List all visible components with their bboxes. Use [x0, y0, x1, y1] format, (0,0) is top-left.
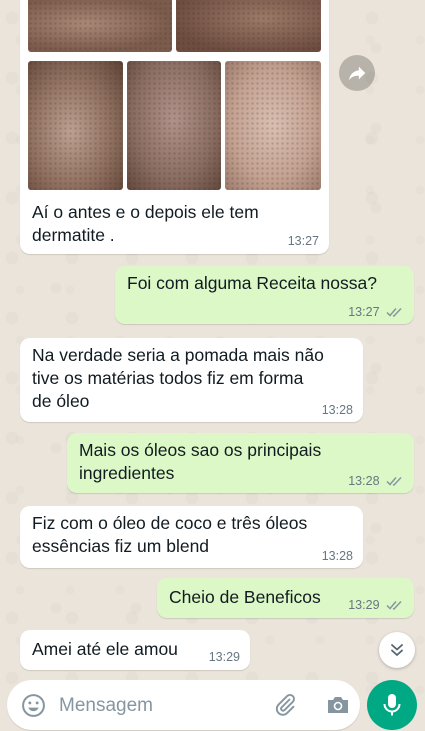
message-time: 13:27: [348, 305, 380, 319]
message-text: Foi com alguma Receita nossa?: [127, 273, 377, 293]
message-time: 13:29: [348, 598, 380, 612]
outgoing-message[interactable]: Cheio de Beneficos 13:29: [157, 578, 414, 618]
message-text: Cheio de Beneficos: [169, 587, 321, 607]
double-chevron-down-icon: [391, 644, 403, 656]
incoming-image-message[interactable]: Aí o antes e o depois ele tem dermatite …: [20, 0, 329, 254]
emoji-icon[interactable]: [21, 693, 46, 718]
photo-thumbnail-5[interactable]: [225, 61, 321, 190]
incoming-message[interactable]: Amei até ele amou 13:29: [20, 630, 250, 670]
photo-thumbnail-4[interactable]: [127, 61, 221, 190]
photo-thumbnail-3[interactable]: [28, 61, 123, 190]
forward-icon: [348, 66, 366, 81]
double-check-icon: [386, 476, 402, 486]
photo-thumbnail-2[interactable]: [176, 0, 321, 52]
message-time: 13:29: [208, 650, 240, 664]
message-text: Aí o antes e o depois ele tem dermatite …: [32, 202, 259, 245]
message-input[interactable]: [57, 690, 261, 722]
message-text: Mais os óleos sao os principais ingredie…: [79, 440, 322, 483]
attach-icon[interactable]: [273, 692, 297, 718]
double-check-icon: [386, 307, 402, 317]
message-time: 13:28: [321, 403, 353, 417]
message-meta: 13:28: [348, 474, 404, 488]
outgoing-message[interactable]: Foi com alguma Receita nossa? 13:27: [115, 266, 414, 324]
message-text: Fiz com o óleo de coco e três óleos essê…: [32, 513, 308, 556]
message-time: 13:27: [287, 234, 319, 248]
message-meta: 13:27: [348, 305, 404, 319]
message-meta: 13:29: [348, 598, 404, 612]
message-text: Na verdade seria a pomada mais não tive …: [32, 345, 324, 411]
photo-thumbnail-1[interactable]: [28, 0, 172, 52]
forward-button[interactable]: [339, 55, 375, 91]
double-check-icon: [386, 600, 402, 610]
camera-icon[interactable]: [325, 693, 351, 717]
incoming-message[interactable]: Na verdade seria a pomada mais não tive …: [20, 338, 363, 422]
mic-icon: [383, 694, 401, 716]
message-time: 13:28: [348, 474, 380, 488]
outgoing-message[interactable]: Mais os óleos sao os principais ingredie…: [67, 433, 414, 493]
message-text: Amei até ele amou: [32, 639, 178, 659]
incoming-message[interactable]: Fiz com o óleo de coco e três óleos essê…: [20, 506, 363, 568]
message-time: 13:28: [321, 549, 353, 563]
voice-message-button[interactable]: [367, 680, 417, 730]
message-composer: [7, 680, 360, 730]
scroll-to-bottom-button[interactable]: [379, 632, 415, 668]
